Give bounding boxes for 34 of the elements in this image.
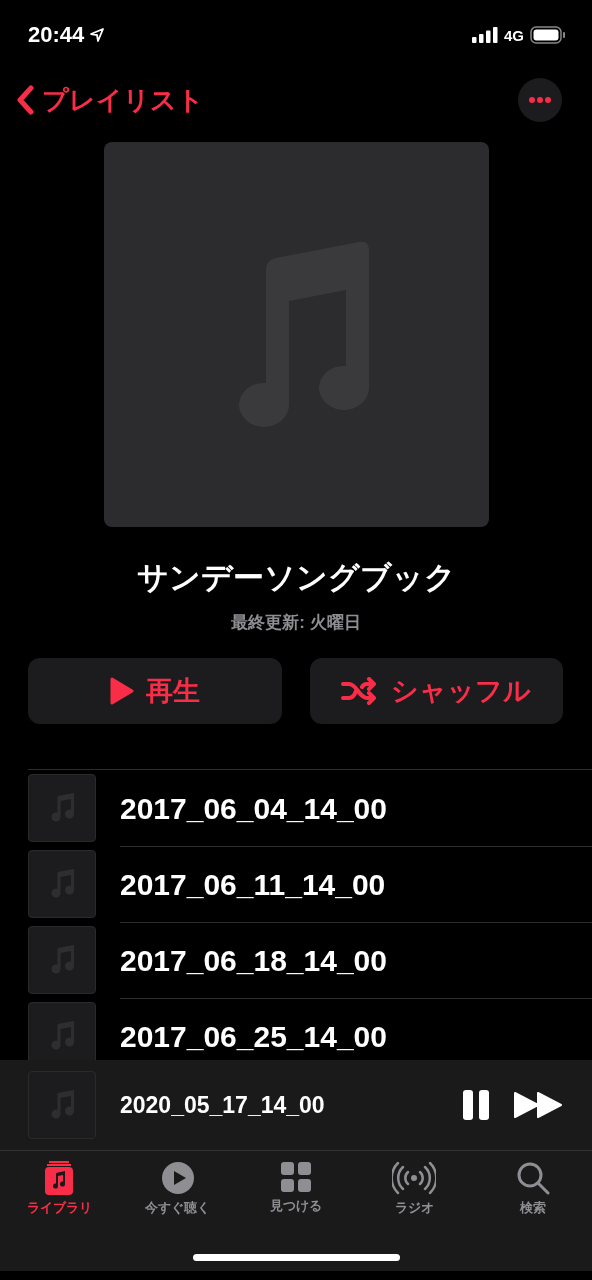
tab-item[interactable]: ライブラリ: [0, 1161, 119, 1231]
pause-icon: [462, 1089, 490, 1121]
library-icon: [44, 1161, 75, 1195]
more-button[interactable]: [518, 78, 562, 122]
pause-button[interactable]: [462, 1089, 490, 1121]
playlist-title: サンデーソングブック: [135, 559, 457, 597]
track-title[interactable]: 2017_06_18_14_00: [120, 941, 387, 978]
radio-waves-icon: [392, 1161, 437, 1195]
play-button[interactable]: 再生: [28, 658, 282, 724]
location-arrow-icon: [90, 28, 105, 42]
play-icon: [109, 677, 134, 705]
tab-item[interactable]: ラジオ: [355, 1161, 474, 1231]
tab-item[interactable]: 検索: [473, 1161, 592, 1231]
mini-player[interactable]: 2020_05_17_14_00: [0, 1060, 592, 1151]
network-label: 4G: [504, 26, 524, 44]
shuffle-button[interactable]: シャッフル: [309, 658, 563, 724]
track-title[interactable]: 2017_06_04_14_00: [120, 789, 387, 826]
forward-button[interactable]: [514, 1091, 562, 1119]
grid-icon: [280, 1161, 312, 1193]
fast-forward-icon: [514, 1091, 562, 1119]
play-circle-icon: [160, 1161, 195, 1195]
tab-item[interactable]: 今すぐ聴く: [118, 1161, 237, 1231]
battery-icon: [530, 26, 566, 44]
ellipsis-icon: [529, 97, 551, 103]
search-icon: [515, 1161, 550, 1195]
status-time: 20:44: [28, 22, 85, 48]
back-button[interactable]: プレイリスト: [16, 82, 204, 118]
track-title[interactable]: 2017_06_11_14_00: [120, 865, 386, 902]
now-playing-title: 2020_05_17_14_00: [120, 1091, 326, 1119]
chevron-left-icon: [16, 85, 34, 115]
updated-label: 最終更新: 火曜日: [230, 612, 362, 634]
tab-item[interactable]: 見つける: [236, 1161, 356, 1231]
signal-icon: [472, 27, 498, 43]
track-title[interactable]: 2017_06_25_14_00: [120, 1017, 387, 1054]
